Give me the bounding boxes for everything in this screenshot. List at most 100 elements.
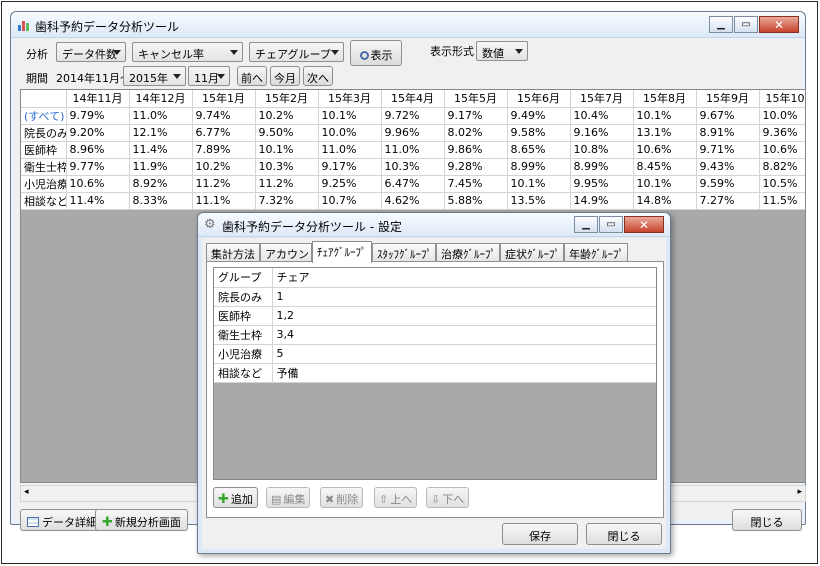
table-cell[interactable]: 8.45%	[633, 158, 697, 176]
table-cell[interactable]: 6.47%	[381, 175, 445, 193]
scroll-right-icon[interactable]: ▸	[797, 487, 802, 497]
column-header[interactable]: 15年5月	[444, 90, 508, 108]
row-header[interactable]: 衛生士枠	[21, 158, 67, 176]
table-cell[interactable]: 13.1%	[633, 124, 697, 142]
main-close-button[interactable]: 閉じる	[732, 509, 802, 531]
list-item[interactable]: 小児治療 5	[214, 344, 656, 364]
column-header[interactable]: 15年3月	[318, 90, 382, 108]
tab-aggregation[interactable]: 集計方法	[206, 243, 260, 262]
list-item[interactable]: 医師枠 1,2	[214, 306, 656, 326]
move-up-button[interactable]: ⇧ 上へ	[374, 487, 418, 508]
table-cell[interactable]: 8.99%	[570, 158, 634, 176]
maximize-button[interactable]: ▭	[734, 16, 758, 33]
table-cell[interactable]: 10.1%	[633, 107, 697, 125]
table-cell[interactable]: 14.9%	[570, 192, 634, 210]
column-header[interactable]: 15年2月	[255, 90, 319, 108]
table-cell[interactable]: 8.33%	[129, 192, 193, 210]
row-header[interactable]: 医師枠	[21, 141, 67, 159]
table-cell[interactable]: 10.4%	[570, 107, 634, 125]
table-cell[interactable]: 10.0%	[759, 107, 805, 125]
table-cell[interactable]: 8.99%	[507, 158, 571, 176]
table-cell[interactable]: 11.5%	[759, 192, 805, 210]
close-window-button[interactable]: ✕	[759, 16, 799, 33]
rate-combo[interactable]: キャンセル率	[132, 42, 243, 62]
table-cell[interactable]: 9.43%	[696, 158, 760, 176]
dialog-maximize-button[interactable]: ▭	[599, 216, 623, 233]
table-cell[interactable]: 9.20%	[66, 124, 130, 142]
table-cell[interactable]: 9.71%	[696, 141, 760, 159]
table-cell[interactable]: 8.02%	[444, 124, 508, 142]
table-row[interactable]: 小児治療 10.6% 8.92% 11.2% 11.2% 9.25% 6.47% 7.45% 1…	[21, 175, 805, 193]
table-cell[interactable]: 9.79%	[66, 107, 130, 125]
scroll-left-icon[interactable]: ◂	[24, 487, 29, 497]
list-item[interactable]: 衛生士枠 3,4	[214, 325, 656, 345]
table-cell[interactable]: 11.0%	[129, 107, 193, 125]
table-cell[interactable]: 10.0%	[318, 124, 382, 142]
group-name-cell[interactable]: 衛生士枠	[214, 325, 273, 345]
table-cell[interactable]: 10.1%	[318, 107, 382, 125]
year-combo[interactable]: 2015年	[123, 66, 186, 86]
list-item[interactable]: 相談など 予備	[214, 363, 656, 383]
table-cell[interactable]: 11.2%	[255, 175, 319, 193]
row-header[interactable]: (すべて)	[21, 107, 67, 125]
table-cell[interactable]: 5.88%	[444, 192, 508, 210]
group-name-cell[interactable]: 医師枠	[214, 306, 273, 326]
tab-age-group[interactable]: 年齢ｸﾞﾙｰﾌﾟ	[564, 243, 628, 262]
save-button[interactable]: 保存	[502, 523, 578, 545]
table-cell[interactable]: 7.45%	[444, 175, 508, 193]
table-cell[interactable]: 9.17%	[318, 158, 382, 176]
table-cell[interactable]: 10.6%	[633, 141, 697, 159]
group-name-cell[interactable]: 相談など	[214, 363, 273, 383]
tab-chair-group[interactable]: ﾁｪｱｸﾞﾙｰﾌﾟ	[312, 241, 372, 263]
table-cell[interactable]: 9.50%	[255, 124, 319, 142]
table-cell[interactable]: 10.6%	[759, 141, 805, 159]
table-cell[interactable]: 10.1%	[633, 175, 697, 193]
table-cell[interactable]: 4.62%	[381, 192, 445, 210]
row-header[interactable]: 院長のみ	[21, 124, 67, 142]
dialog-close-button[interactable]: 閉じる	[586, 523, 662, 545]
dialog-close-window-button[interactable]: ✕	[624, 216, 664, 233]
column-header[interactable]: 15年8月	[633, 90, 697, 108]
data-detail-button[interactable]: データ詳細	[20, 509, 104, 531]
table-cell[interactable]: 8.65%	[507, 141, 571, 159]
table-cell[interactable]: 11.9%	[129, 158, 193, 176]
prev-button[interactable]: 前へ	[237, 66, 267, 86]
table-cell[interactable]: 7.89%	[192, 141, 256, 159]
table-cell[interactable]: 11.2%	[192, 175, 256, 193]
table-cell[interactable]: 10.8%	[570, 141, 634, 159]
table-cell[interactable]: 9.28%	[444, 158, 508, 176]
table-cell[interactable]: 10.3%	[381, 158, 445, 176]
tab-treatment-group[interactable]: 治療ｸﾞﾙｰﾌﾟ	[436, 243, 500, 262]
new-analysis-button[interactable]: ✚ 新規分析画面	[95, 509, 188, 531]
group-name-cell[interactable]: 小児治療	[214, 344, 273, 364]
metric-combo[interactable]: データ件数	[56, 42, 126, 62]
table-cell[interactable]: 8.92%	[129, 175, 193, 193]
table-cell[interactable]: 9.17%	[444, 107, 508, 125]
column-header[interactable]: 15年4月	[381, 90, 445, 108]
tab-symptom-group[interactable]: 症状ｸﾞﾙｰﾌﾟ	[500, 243, 564, 262]
table-cell[interactable]: 9.59%	[696, 175, 760, 193]
table-cell[interactable]: 10.7%	[318, 192, 382, 210]
add-button[interactable]: ✚ 追加	[213, 487, 258, 508]
column-header[interactable]: 15年6月	[507, 90, 571, 108]
column-header[interactable]: 14年12月	[129, 90, 193, 108]
table-cell[interactable]: 12.1%	[129, 124, 193, 142]
tab-account[interactable]: アカウント	[260, 243, 320, 262]
tab-staff-group[interactable]: ｽﾀｯﾌｸﾞﾙｰﾌﾟ	[372, 243, 436, 262]
table-row[interactable]: (すべて) 9.79% 11.0% 9.74% 10.2% 10.1% 9.72% 9.17%…	[21, 107, 805, 125]
table-cell[interactable]: 7.32%	[255, 192, 319, 210]
table-cell[interactable]: 9.67%	[696, 107, 760, 125]
minimize-button[interactable]: ▁	[709, 16, 733, 33]
table-cell[interactable]: 11.4%	[66, 192, 130, 210]
dialog-minimize-button[interactable]: ▁	[574, 216, 598, 233]
next-button[interactable]: 次へ	[303, 66, 333, 86]
table-cell[interactable]: 14.8%	[633, 192, 697, 210]
group-name-cell[interactable]: 院長のみ	[214, 287, 273, 307]
chair-cell[interactable]: 予備	[272, 363, 656, 383]
row-header[interactable]: 相談など	[21, 192, 67, 210]
table-row[interactable]: 医師枠 8.96% 11.4% 7.89% 10.1% 11.0% 11.0% 9.86% 8.…	[21, 141, 805, 159]
table-cell[interactable]: 7.27%	[696, 192, 760, 210]
column-header[interactable]: 15年10月	[759, 90, 805, 108]
table-cell[interactable]: 9.72%	[381, 107, 445, 125]
chair-column-header[interactable]: チェア	[272, 268, 656, 288]
